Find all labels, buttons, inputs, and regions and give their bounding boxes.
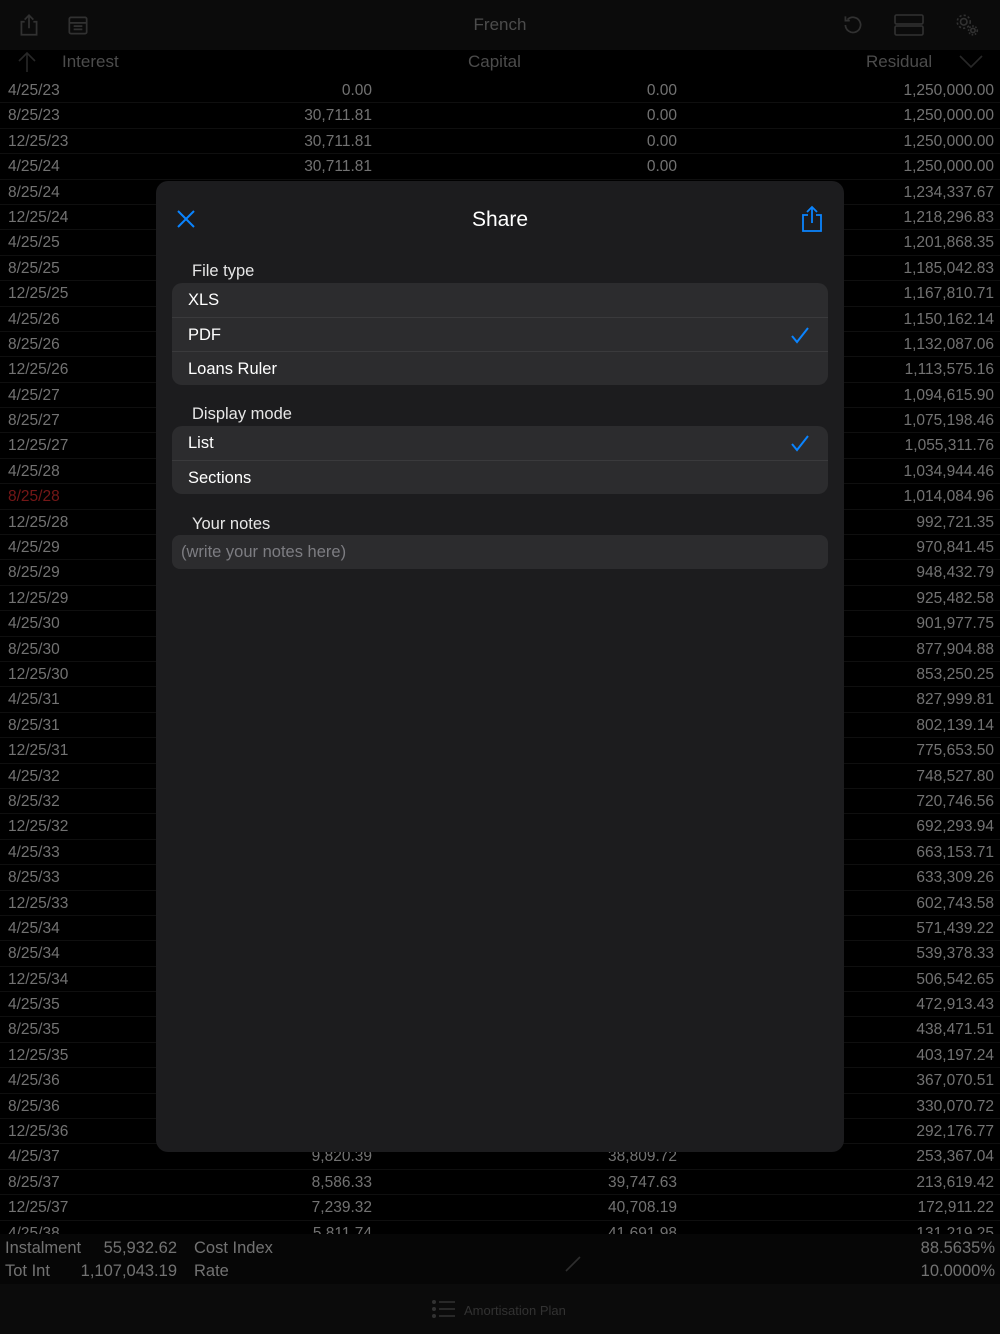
file-type-option-loans-ruler[interactable]: Loans Ruler [172,351,828,385]
checkmark-icon [790,433,810,453]
file-type-label: File type [192,262,255,280]
display-mode-list: List Sections [172,426,828,494]
display-mode-label: Display mode [192,405,292,423]
share-modal: Share File type XLS PDF Loans Ruler Displa… [156,181,844,1152]
share-icon[interactable] [799,205,825,233]
file-type-list: XLS PDF Loans Ruler [172,283,828,385]
option-label: Sections [188,469,252,487]
file-type-option-xls[interactable]: XLS [172,283,828,317]
notes-input[interactable] [172,535,828,569]
modal-title: Share [471,208,529,231]
option-label: Loans Ruler [188,360,277,378]
file-type-option-pdf[interactable]: PDF [172,317,828,351]
option-label: List [188,434,214,452]
option-label: PDF [188,326,221,344]
notes-label: Your notes [192,515,271,533]
display-mode-option-list[interactable]: List [172,426,828,460]
checkmark-icon [790,325,810,345]
display-mode-option-sections[interactable]: Sections [172,460,828,494]
option-label: XLS [188,291,220,309]
